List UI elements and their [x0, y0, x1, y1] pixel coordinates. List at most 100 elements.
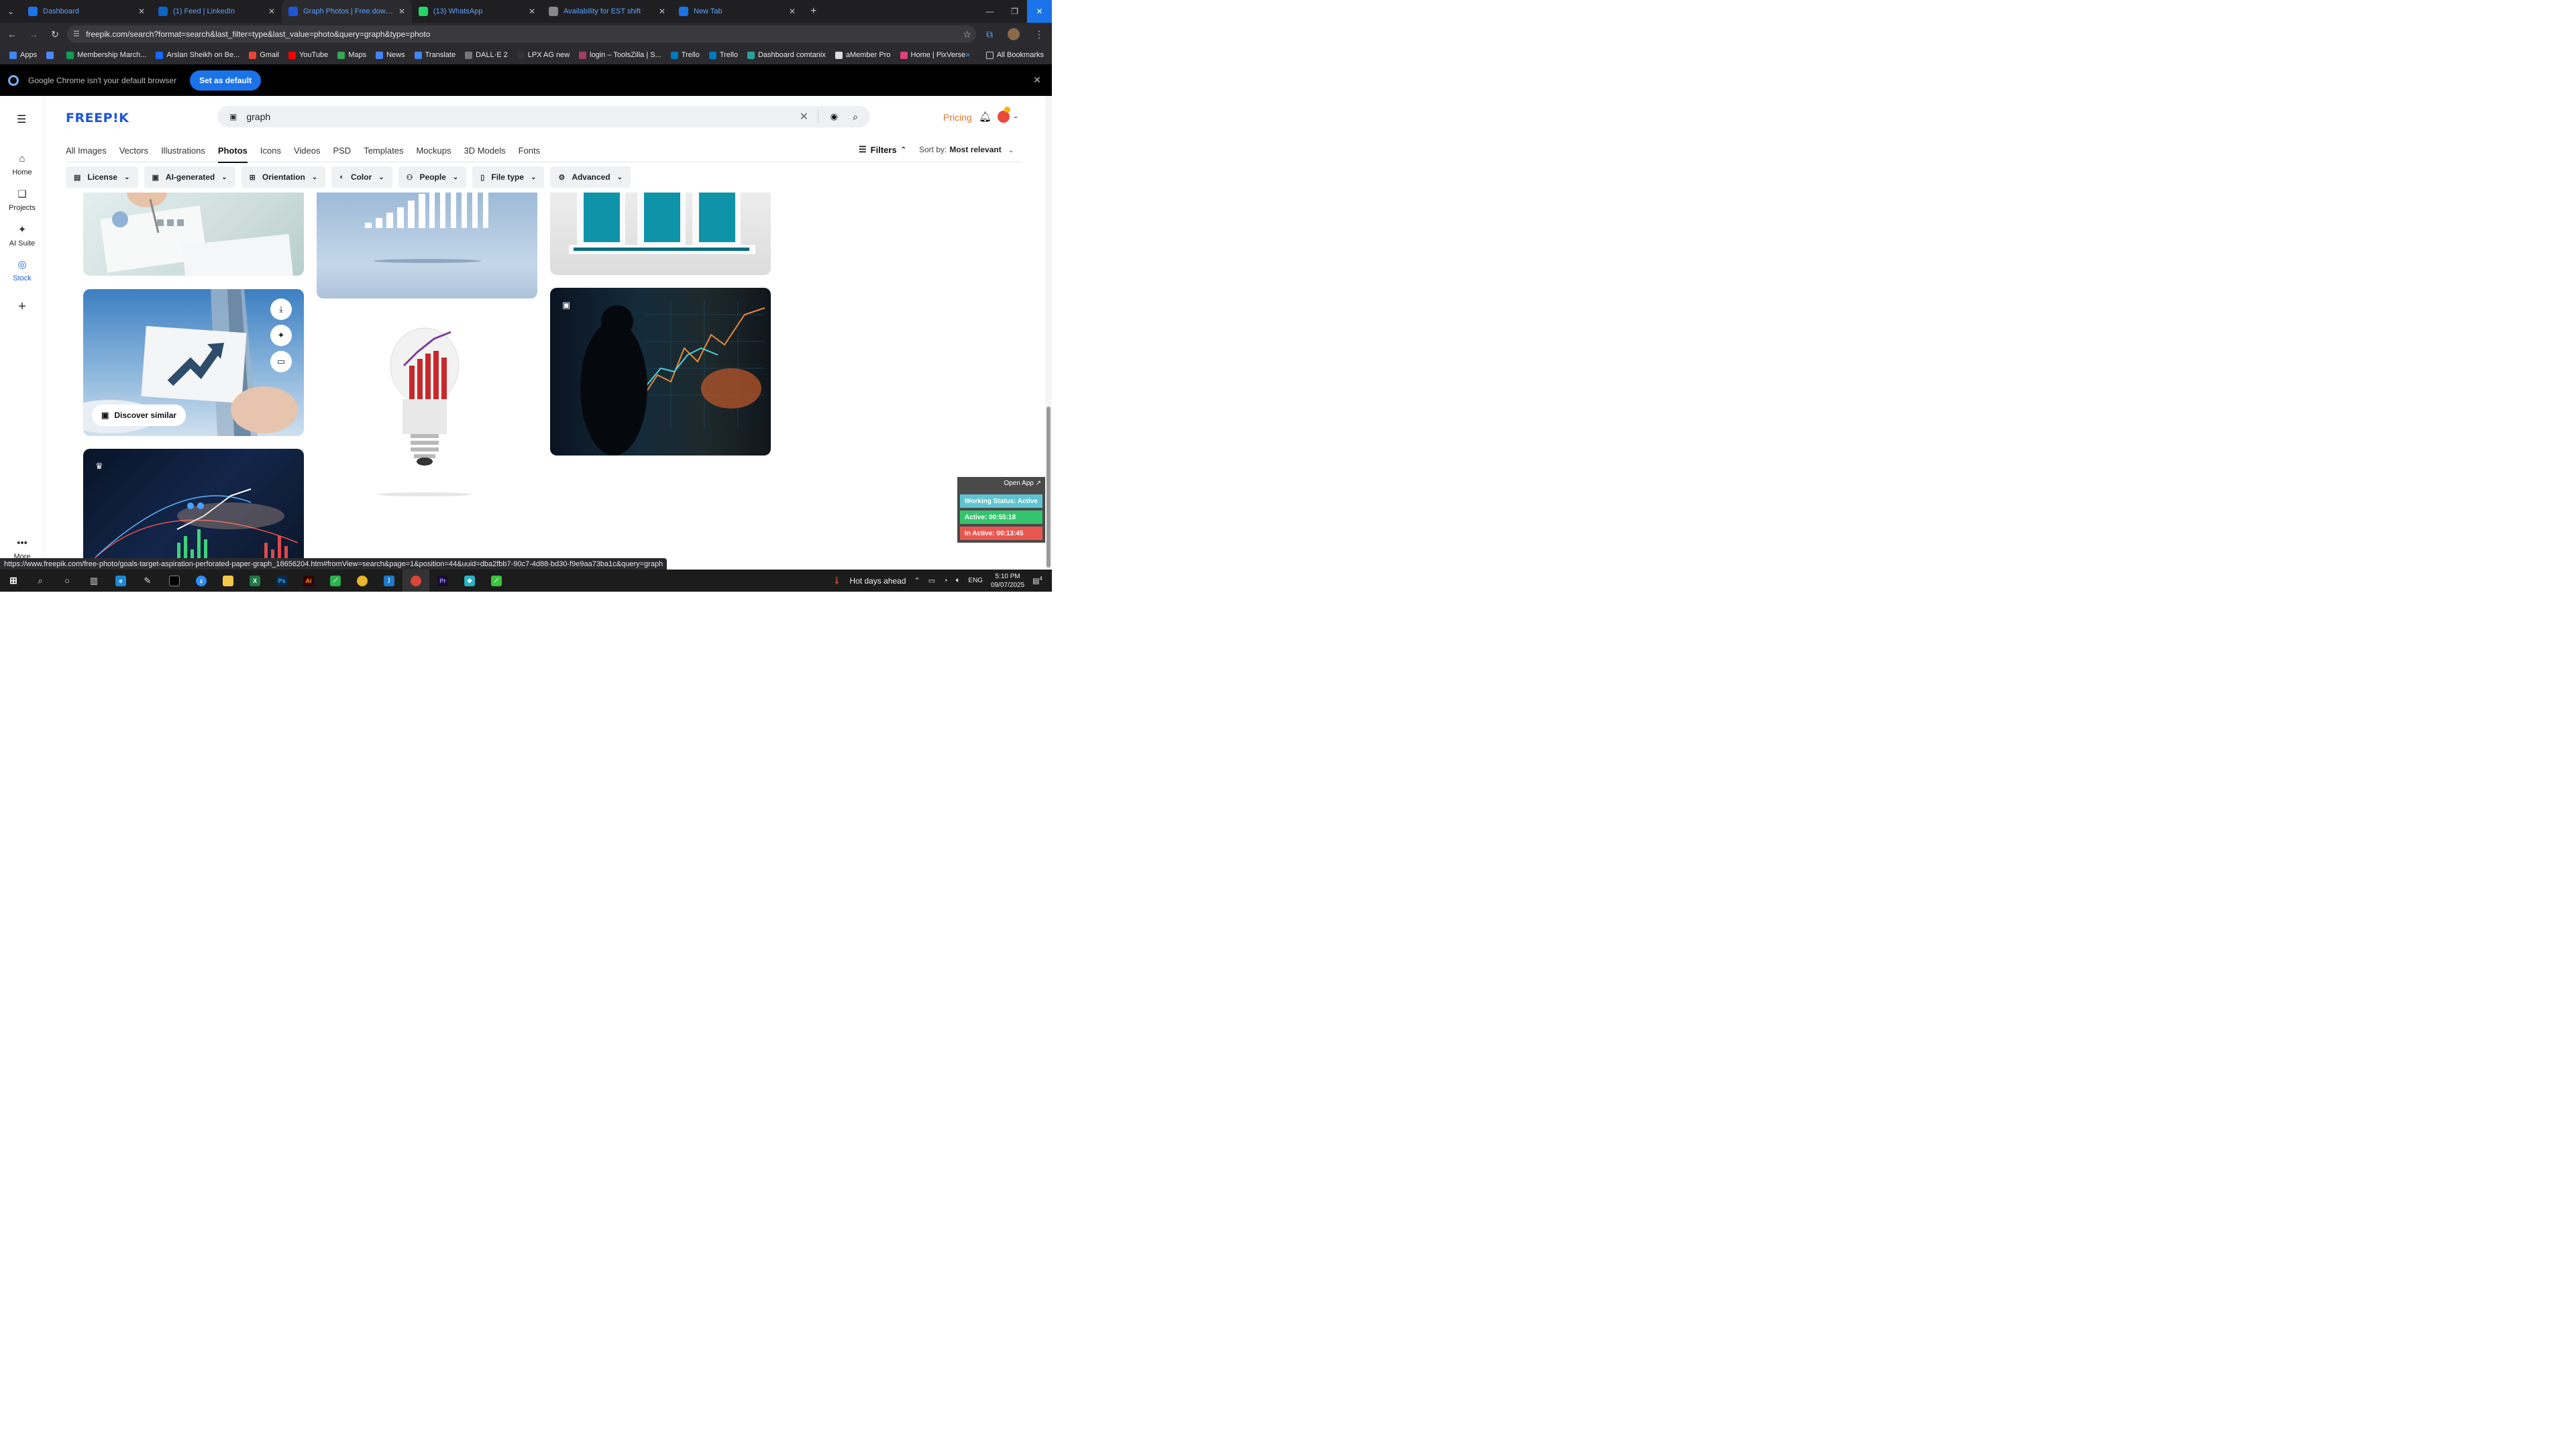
- rail-item-home[interactable]: ⌂ Home: [0, 153, 44, 176]
- cortana-icon[interactable]: ○: [54, 570, 80, 592]
- close-window-icon[interactable]: ✕: [1027, 0, 1052, 23]
- notifications-icon[interactable]: ▤4: [1032, 576, 1042, 586]
- result-photo-hand-stock-chart[interactable]: ♛: [83, 449, 304, 558]
- scrollbar-thumb[interactable]: [1046, 407, 1051, 568]
- ai-edit-icon[interactable]: ✦: [270, 325, 292, 346]
- green-app-2-icon[interactable]: ⟋: [483, 570, 510, 592]
- bookmark-item[interactable]: DALL·E 2: [465, 51, 508, 59]
- close-tab-icon[interactable]: ✕: [789, 7, 796, 16]
- result-photo-hand-pen-charts[interactable]: [83, 193, 304, 276]
- minimize-icon[interactable]: —: [977, 0, 1002, 23]
- tab-fonts[interactable]: Fonts: [519, 139, 541, 162]
- menu-icon[interactable]: ☰: [17, 113, 26, 126]
- bookmark-item[interactable]: Gmail: [249, 51, 279, 59]
- restore-icon[interactable]: ❐: [1002, 0, 1027, 23]
- terminal-icon[interactable]: [161, 570, 188, 592]
- bookmark-item[interactable]: LPX AG new: [517, 51, 570, 59]
- pen-tool-icon[interactable]: ✎: [134, 570, 161, 592]
- tab-all-images[interactable]: All Images: [66, 139, 107, 162]
- open-app-link[interactable]: Open App ↗: [1004, 480, 1041, 487]
- rail-add-button[interactable]: +: [0, 299, 44, 319]
- premiere-icon[interactable]: Pr: [429, 570, 456, 592]
- chevron-down-icon[interactable]: ⌄: [1013, 113, 1018, 120]
- bookmark-item[interactable]: aMember Pro: [835, 51, 891, 59]
- sort-dropdown[interactable]: Sort by: Most relevant ⌄: [919, 145, 1014, 154]
- bookmark-item[interactable]: Translate: [414, 51, 455, 59]
- close-tab-icon[interactable]: ✕: [398, 7, 405, 16]
- tab-vectors[interactable]: Vectors: [119, 139, 148, 162]
- freepik-logo[interactable]: FREEP!K: [66, 111, 129, 125]
- browser-tab-0[interactable]: Dashboard ✕: [21, 0, 152, 23]
- filter-orientation[interactable]: ⊞ Orientation ⌄: [241, 166, 326, 188]
- result-photo-teal-bars[interactable]: [550, 193, 771, 275]
- rail-item-stock[interactable]: ◎ Stock: [0, 258, 44, 282]
- filter-people[interactable]: ⚇ People ⌄: [398, 166, 467, 188]
- edge-icon[interactable]: e: [107, 570, 134, 592]
- result-photo-man-world-map[interactable]: ▣: [550, 288, 771, 455]
- windows-start-icon[interactable]: ⊞: [0, 570, 27, 592]
- rail-item-projects[interactable]: ❏ Projects: [0, 188, 44, 212]
- result-photo-paper-graph[interactable]: ⤓ ✦ ▭ ▣ Discover similar: [83, 289, 304, 436]
- tab-illustrations[interactable]: Illustrations: [161, 139, 205, 162]
- browser-tab-4[interactable]: Availability for EST shift ✕: [542, 0, 672, 23]
- rail-item-ai-suite[interactable]: ✦ AI Suite: [0, 223, 44, 248]
- filter-file-type[interactable]: ▯ File type ⌄: [472, 166, 545, 188]
- tray-chevron-icon[interactable]: ⌃: [914, 576, 920, 585]
- network-icon[interactable]: ▭: [928, 576, 935, 585]
- bookmark-item[interactable]: login – ToolsZilla | S...: [579, 51, 661, 59]
- download-icon[interactable]: ⤓: [270, 299, 292, 320]
- filters-toggle[interactable]: ☰ Filters ⌃: [859, 144, 906, 155]
- reload-icon[interactable]: ↻: [46, 29, 64, 40]
- save-collection-icon[interactable]: ▭: [270, 351, 292, 372]
- wifi-icon[interactable]: ◔: [943, 577, 948, 585]
- volume-icon[interactable]: 🔈︎: [956, 576, 961, 585]
- close-tab-icon[interactable]: ✕: [659, 7, 665, 16]
- bookmarks-overflow-icon[interactable]: »: [966, 51, 970, 59]
- green-app-icon[interactable]: ⟋: [322, 570, 349, 592]
- bookmark-item[interactable]: YouTube: [288, 51, 328, 59]
- filter-license[interactable]: ▤ License ⌄: [66, 166, 138, 188]
- new-tab-button[interactable]: +: [810, 5, 816, 17]
- bookmark-item[interactable]: Trello: [670, 51, 700, 59]
- extensions-icon[interactable]: ⧉: [986, 29, 993, 40]
- excel-icon[interactable]: X: [241, 570, 268, 592]
- vscode-icon[interactable]: ⟩: [376, 570, 402, 592]
- set-as-default-button[interactable]: Set as default: [190, 70, 262, 91]
- teal-app-icon[interactable]: ◆: [456, 570, 483, 592]
- result-photo-bar-growth[interactable]: [317, 193, 537, 299]
- chrome-active-icon[interactable]: [402, 570, 429, 592]
- discover-similar-button[interactable]: ▣ Discover similar: [92, 405, 186, 426]
- address-bar[interactable]: ☰ freepik.com/search?format=search&last_…: [67, 25, 976, 43]
- tab-search-icon[interactable]: ⌄: [0, 7, 21, 16]
- search-icon[interactable]: ⌕: [853, 111, 858, 123]
- tab-icons[interactable]: Icons: [260, 139, 281, 162]
- browser-tab-3[interactable]: (13) WhatsApp ✕: [412, 0, 542, 23]
- tab-templates[interactable]: Templates: [364, 139, 403, 162]
- close-tab-icon[interactable]: ✕: [268, 7, 275, 16]
- filter-ai-generated[interactable]: ▣ AI-generated ⌄: [144, 166, 235, 188]
- task-view-icon[interactable]: ▥: [80, 570, 107, 592]
- pricing-link[interactable]: Pricing: [943, 112, 972, 123]
- forward-icon[interactable]: →: [24, 29, 43, 40]
- file-explorer-icon[interactable]: [215, 570, 241, 592]
- result-photo-lightbulb-chart[interactable]: [317, 312, 537, 513]
- filter-color[interactable]: ◐ Color ⌄: [331, 166, 392, 188]
- weather-text[interactable]: Hot days ahead: [849, 576, 906, 586]
- close-infobar-icon[interactable]: ✕: [1033, 74, 1041, 86]
- chrome-icon[interactable]: [349, 570, 376, 592]
- browser-tab-2[interactable]: Graph Photos | Free download ✕: [282, 0, 412, 23]
- browser-tab-1[interactable]: (1) Feed | LinkedIn ✕: [152, 0, 282, 23]
- language-indicator[interactable]: ENG: [968, 577, 983, 584]
- bookmark-item[interactable]: News: [376, 51, 405, 59]
- search-input[interactable]: graph: [246, 111, 270, 122]
- bookmark-item[interactable]: Dashboard comtanix: [747, 51, 826, 59]
- tab-3d-models[interactable]: 3D Models: [464, 139, 505, 162]
- page-scrollbar[interactable]: [1045, 96, 1052, 570]
- close-tab-icon[interactable]: ✕: [138, 7, 145, 16]
- browser-tab-5[interactable]: New Tab ✕: [672, 0, 802, 23]
- site-info-icon[interactable]: ☰: [73, 30, 80, 38]
- tab-psd[interactable]: PSD: [333, 139, 351, 162]
- chrome-menu-icon[interactable]: ⋮: [1034, 29, 1044, 40]
- all-bookmarks[interactable]: All Bookmarks: [985, 51, 1044, 59]
- search-icon[interactable]: ⌕: [27, 570, 54, 592]
